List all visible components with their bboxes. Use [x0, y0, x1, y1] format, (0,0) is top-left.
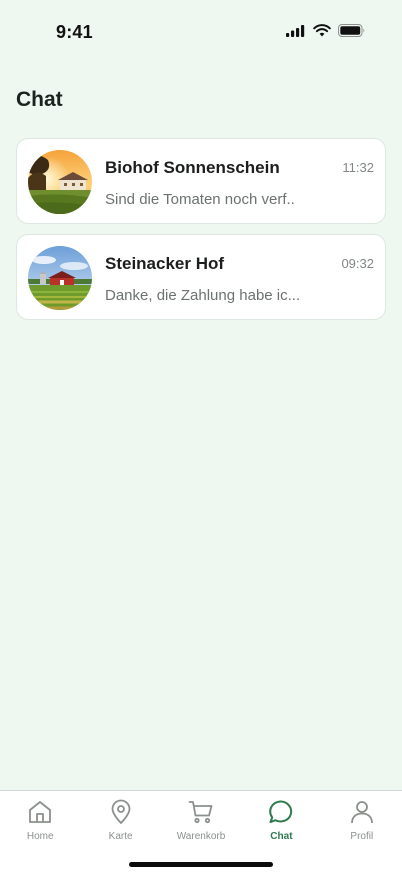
bottom-tab-bar: Home Karte Warenkorb Chat Profil	[0, 790, 402, 875]
map-pin-icon	[111, 799, 131, 824]
cellular-signal-icon	[286, 24, 305, 37]
farmhouse-sunset-avatar	[28, 150, 92, 214]
home-icon	[29, 801, 52, 823]
chat-name: Biohof Sonnenschein	[105, 158, 280, 177]
tab-home[interactable]: Home	[0, 791, 80, 851]
tab-warenkorb[interactable]: Warenkorb	[161, 791, 241, 851]
red-barn-field-avatar	[28, 246, 92, 310]
home-indicator	[129, 862, 273, 867]
chat-bubble-icon	[269, 800, 293, 823]
chat-preview: Sind die Tomaten noch verf..	[105, 191, 295, 208]
user-icon	[350, 801, 373, 824]
cart-icon	[188, 801, 213, 824]
chat-preview: Danke, die Zahlung habe ic...	[105, 287, 301, 304]
chat-name: Steinacker Hof	[105, 254, 225, 273]
battery-icon	[338, 24, 365, 37]
page-title: Chat	[16, 88, 63, 111]
tab-profil[interactable]: Profil	[322, 791, 402, 851]
tab-label: Karte	[108, 831, 133, 842]
status-time: 9:41	[56, 22, 93, 42]
tab-karte[interactable]: Karte	[80, 791, 160, 851]
tab-label: Warenkorb	[176, 831, 226, 842]
wifi-icon	[313, 24, 331, 37]
chat-list: Biohof Sonnenschein 11:32 Sind die Tomat…	[16, 138, 386, 320]
chat-time: 09:32	[341, 256, 374, 271]
tab-label: Home	[26, 831, 54, 842]
status-icons	[286, 24, 366, 37]
tab-chat[interactable]: Chat	[241, 791, 321, 851]
chat-item-steinacker-hof[interactable]: Steinacker Hof 09:32 Danke, die Zahlung …	[16, 234, 386, 320]
chat-item-biohof-sonnenschein[interactable]: Biohof Sonnenschein 11:32 Sind die Tomat…	[16, 138, 386, 224]
tab-label: Profil	[350, 831, 374, 842]
tab-label: Chat	[270, 831, 293, 842]
status-bar: 9:41	[0, 0, 402, 64]
chat-time: 11:32	[342, 160, 374, 175]
